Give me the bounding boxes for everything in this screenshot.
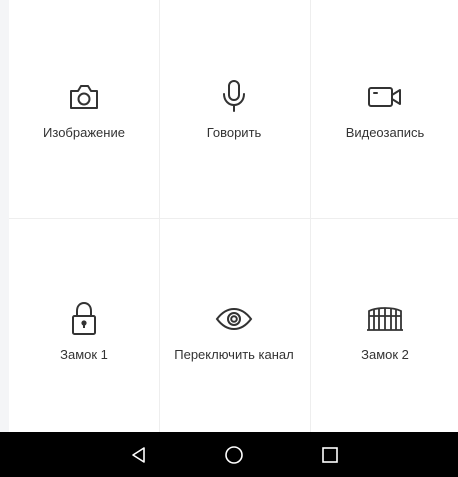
camera-icon xyxy=(64,77,104,117)
back-icon xyxy=(132,446,145,463)
lock-1-button[interactable]: Замок 1 xyxy=(9,299,159,419)
snapshot-label: Изображение xyxy=(43,125,125,140)
system-navigation-bar xyxy=(0,432,458,477)
grid-divider xyxy=(9,218,458,219)
home-button[interactable] xyxy=(214,432,254,477)
home-icon xyxy=(225,445,243,464)
gate-icon xyxy=(365,299,405,339)
switch-channel-label: Переключить канал xyxy=(174,347,294,362)
back-button[interactable] xyxy=(119,432,159,477)
switch-channel-button[interactable]: Переключить канал xyxy=(159,299,309,419)
control-grid: Изображение Говорить Видеозапись Замок 1… xyxy=(9,0,458,432)
lock-2-label: Замок 2 xyxy=(361,347,409,362)
lock-2-button[interactable]: Замок 2 xyxy=(310,299,458,419)
lock-1-label: Замок 1 xyxy=(60,347,108,362)
record-video-button[interactable]: Видеозапись xyxy=(310,77,458,197)
talk-button[interactable]: Говорить xyxy=(159,77,309,197)
snapshot-button[interactable]: Изображение xyxy=(9,77,159,197)
recents-button[interactable] xyxy=(310,432,350,477)
recents-icon xyxy=(322,446,338,463)
microphone-icon xyxy=(214,77,254,117)
left-edge-strip xyxy=(0,0,9,432)
app-screen: Изображение Говорить Видеозапись Замок 1… xyxy=(0,0,458,477)
record-video-label: Видеозапись xyxy=(345,125,425,140)
padlock-icon xyxy=(64,299,104,339)
eye-icon xyxy=(214,299,254,339)
talk-label: Говорить xyxy=(206,125,262,140)
video-camera-icon xyxy=(365,77,405,117)
